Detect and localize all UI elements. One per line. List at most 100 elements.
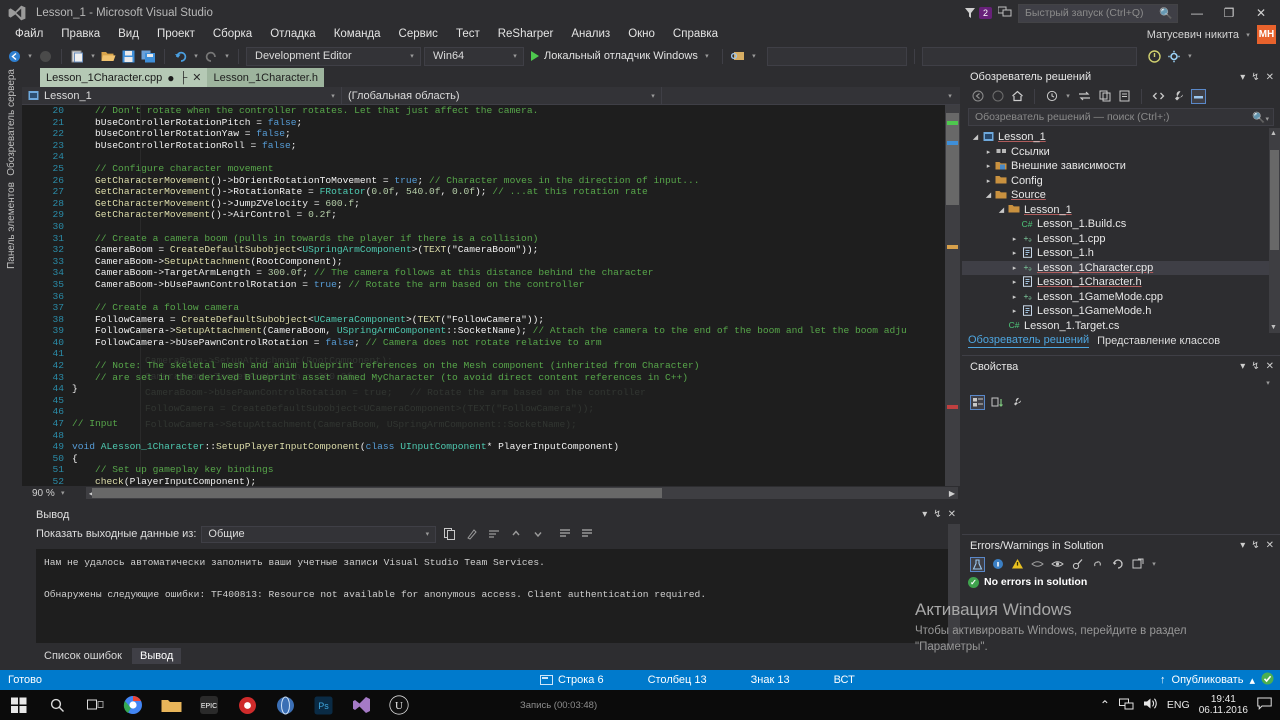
expander-collapsed-icon[interactable]: ▸ bbox=[1009, 307, 1020, 315]
navigate-forward-icon[interactable] bbox=[37, 48, 54, 65]
code-line[interactable]: 41 bbox=[42, 348, 940, 360]
taskbar-app-record-icon[interactable] bbox=[228, 690, 266, 720]
expander-expanded-icon[interactable]: ◢ bbox=[970, 133, 981, 141]
save-all-icon[interactable] bbox=[140, 48, 157, 65]
tree-item[interactable]: ▸ +ₔ Lesson_1.cpp bbox=[962, 232, 1280, 247]
find-message-icon[interactable] bbox=[557, 526, 574, 543]
code-line[interactable]: 44} bbox=[42, 383, 940, 395]
open-external-icon[interactable] bbox=[1130, 557, 1145, 572]
tree-item[interactable]: ◢ Source bbox=[962, 188, 1280, 203]
expander-collapsed-icon[interactable]: ▸ bbox=[1009, 249, 1020, 257]
expander-collapsed-icon[interactable]: ▸ bbox=[1009, 235, 1020, 243]
volume-icon[interactable] bbox=[1143, 697, 1158, 713]
analyze-icon[interactable] bbox=[970, 556, 985, 572]
sync-with-active-document-icon[interactable] bbox=[1077, 89, 1092, 104]
home-icon[interactable] bbox=[1010, 89, 1025, 104]
code-line[interactable]: 42 // Note: The skeletal mesh and anim b… bbox=[42, 360, 940, 372]
code-line[interactable]: 33 CameraBoom->SetupAttachment(RootCompo… bbox=[42, 256, 940, 268]
taskbar-app-epic-games-icon[interactable]: EPIC bbox=[190, 690, 228, 720]
taskbar-app-unreal-engine-icon[interactable]: U bbox=[380, 690, 418, 720]
navbar-project-select[interactable]: Lesson_1 ▾ bbox=[22, 86, 342, 105]
refresh-icon[interactable] bbox=[1110, 557, 1125, 572]
menu-item-window[interactable]: Окно bbox=[619, 26, 664, 42]
solution-tree-scrollbar[interactable]: ▲ ▼ bbox=[1269, 128, 1280, 333]
code-line[interactable]: 24 bbox=[42, 151, 940, 163]
code-line[interactable]: 51 // Set up gameplay key bindings bbox=[42, 464, 940, 476]
tree-item[interactable]: ▸ Lesson_1.h bbox=[962, 246, 1280, 261]
tree-item[interactable]: ▸ Lesson_1GameMode.h bbox=[962, 304, 1280, 319]
code-editor[interactable]: 20 // Don't rotate when the controller r… bbox=[22, 105, 960, 486]
scroll-down-arrow-icon[interactable]: ▼ bbox=[1270, 324, 1277, 331]
new-dropdown-caret[interactable]: ▾ bbox=[89, 52, 97, 60]
tree-item[interactable]: C# Lesson_1.Target.cs bbox=[962, 319, 1280, 334]
solution-explorer-close-icon[interactable]: ✕ bbox=[1266, 72, 1274, 83]
code-line[interactable]: 30 bbox=[42, 221, 940, 233]
code-line[interactable]: 25 // Configure character movement bbox=[42, 163, 940, 175]
categorized-icon[interactable] bbox=[970, 394, 985, 410]
code-line[interactable]: 52 check(PlayerInputComponent); bbox=[42, 476, 940, 486]
tab-output[interactable]: Вывод bbox=[131, 648, 182, 664]
undo-dropdown-caret[interactable]: ▾ bbox=[192, 52, 200, 60]
clear-output-icon[interactable] bbox=[463, 526, 480, 543]
tree-item[interactable]: ▸ Ссылки bbox=[962, 145, 1280, 160]
task-view-icon[interactable] bbox=[76, 690, 114, 720]
errors-menu-icon[interactable]: ▾ bbox=[1240, 540, 1245, 551]
preview-selected-items-icon[interactable] bbox=[1191, 88, 1206, 104]
output-pin-icon[interactable]: ↯ bbox=[933, 509, 941, 520]
copy-output-icon[interactable] bbox=[441, 526, 458, 543]
solution-explorer-pin-icon[interactable]: ↯ bbox=[1251, 72, 1259, 83]
code-line[interactable]: 43 // are set in the derived Blueprint a… bbox=[42, 372, 940, 384]
code-line[interactable]: 28 GetCharacterMovement()->JumpZVelocity… bbox=[42, 198, 940, 210]
taskbar-app-folder-icon[interactable] bbox=[152, 690, 190, 720]
output-source-select[interactable]: Общие ▾ bbox=[201, 525, 437, 543]
editor-tab-lesson1character-cpp[interactable]: Lesson_1Character.cpp ● ├ ✕ bbox=[40, 68, 208, 87]
minimize-button[interactable]: — bbox=[1184, 1, 1210, 25]
resharper-dropdown-caret[interactable]: ▾ bbox=[1186, 52, 1194, 60]
output-close-icon[interactable]: ✕ bbox=[948, 509, 956, 520]
solution-configuration-select[interactable]: Development Editor ▾ bbox=[246, 46, 421, 66]
toolbox-dock[interactable]: Панель элементов bbox=[0, 180, 22, 270]
tree-item[interactable]: ▸ Config bbox=[962, 174, 1280, 189]
windows-start-icon[interactable] bbox=[0, 690, 38, 720]
pin-icon[interactable]: ├ bbox=[179, 72, 187, 84]
restore-button[interactable]: ❐ bbox=[1216, 1, 1242, 25]
code-line[interactable]: 34 CameraBoom->TargetArmLength = 300.0f;… bbox=[42, 267, 940, 279]
tree-item[interactable]: ◢ Lesson_1 bbox=[962, 130, 1280, 145]
alphabetical-icon[interactable] bbox=[990, 395, 1005, 410]
taskbar-app-visual-studio-icon[interactable] bbox=[342, 690, 380, 720]
redo-dropdown-caret[interactable]: ▾ bbox=[223, 52, 231, 60]
menu-item-view[interactable]: Вид bbox=[109, 26, 148, 42]
quick-launch-input[interactable]: Быстрый запуск (Ctrl+Q) 🔍 bbox=[1018, 3, 1178, 23]
menu-item-debug[interactable]: Отладка bbox=[261, 26, 324, 42]
source-control-ok-icon[interactable] bbox=[1261, 672, 1274, 688]
editor-zoom-level[interactable]: 90 % bbox=[22, 488, 59, 499]
expander-collapsed-icon[interactable]: ▸ bbox=[1009, 264, 1020, 272]
code-line[interactable]: 26 GetCharacterMovement()->bOrientRotati… bbox=[42, 175, 940, 187]
code-text-area[interactable]: 20 // Don't rotate when the controller r… bbox=[42, 105, 940, 486]
code-line[interactable]: 31 // Create a camera boom (pulls in tow… bbox=[42, 233, 940, 245]
go-to-previous-message-icon[interactable] bbox=[507, 526, 524, 543]
navbar-member-select[interactable]: ▾ bbox=[662, 87, 958, 105]
chevron-down-icon[interactable]: ▾ bbox=[1150, 560, 1158, 568]
link-icon[interactable] bbox=[1090, 557, 1105, 572]
menu-item-tools[interactable]: Сервис bbox=[390, 26, 447, 42]
output-menu-icon[interactable]: ▾ bbox=[922, 509, 927, 520]
editor-vertical-scrollbar[interactable] bbox=[945, 105, 960, 486]
menu-item-help[interactable]: Справка bbox=[664, 26, 727, 42]
scroll-up-arrow-icon[interactable]: ▲ bbox=[1270, 130, 1277, 137]
tab-solution-explorer[interactable]: Обозреватель решений bbox=[968, 334, 1090, 348]
code-line[interactable]: 27 GetCharacterMovement()->RotationRate … bbox=[42, 186, 940, 198]
pending-changes-icon[interactable] bbox=[1044, 89, 1059, 104]
language-indicator[interactable]: ENG bbox=[1167, 699, 1190, 711]
breakpoint-gutter[interactable] bbox=[22, 105, 42, 486]
expander-collapsed-icon[interactable]: ▸ bbox=[983, 162, 994, 170]
find-combo-1[interactable] bbox=[766, 46, 907, 66]
redo-icon[interactable] bbox=[203, 48, 220, 65]
resharper-options-icon[interactable] bbox=[1166, 48, 1183, 65]
server-explorer-dock[interactable]: Обозреватель сервера bbox=[0, 69, 22, 176]
navbar-scope-select[interactable]: (Глобальная область) ▾ bbox=[342, 86, 662, 105]
editor-tab-lesson1character-h[interactable]: Lesson_1Character.h bbox=[207, 68, 325, 87]
code-line[interactable]: 49 void ALesson_1Character::SetupPlayerIn… bbox=[42, 441, 940, 453]
menu-item-build[interactable]: Сборка bbox=[204, 26, 261, 42]
code-line[interactable]: 23 bUseControllerRotationRoll = false; bbox=[42, 140, 940, 152]
